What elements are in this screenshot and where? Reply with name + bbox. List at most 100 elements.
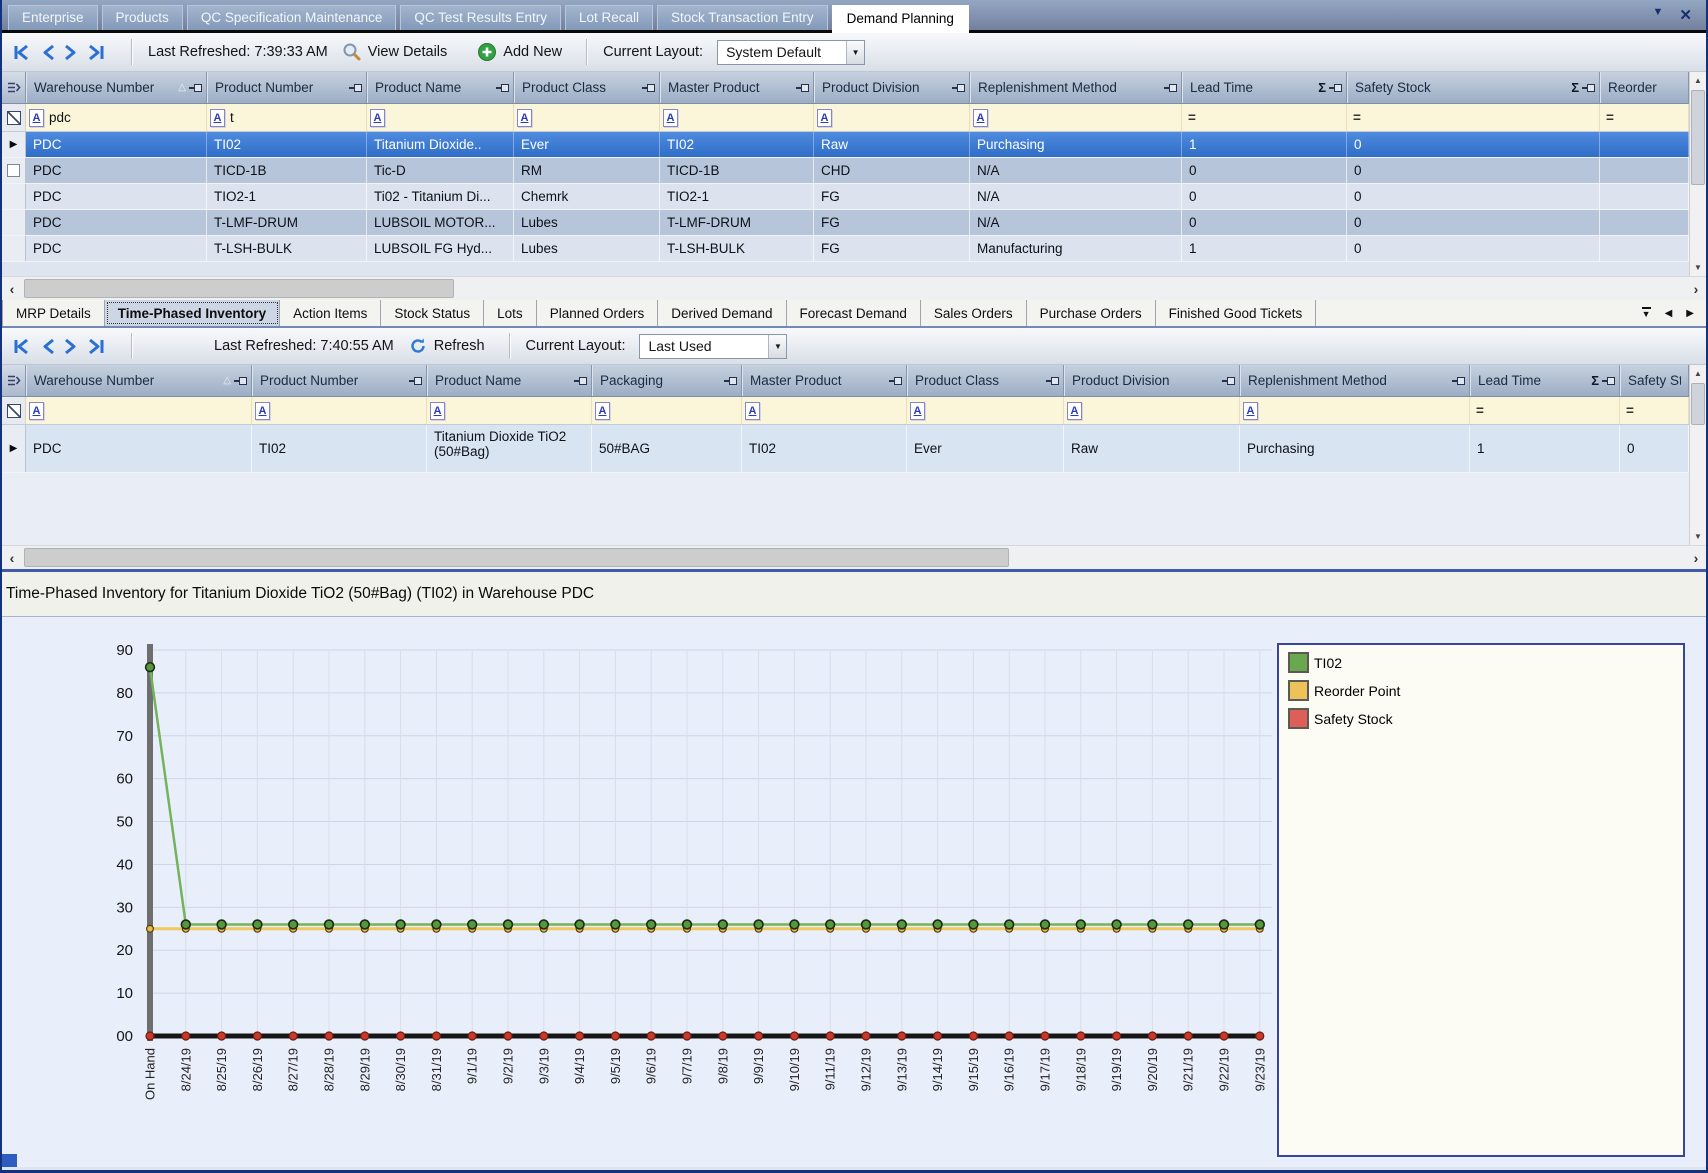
filter-cell-lead-time[interactable]: = (1470, 397, 1620, 424)
cell-safety-stock[interactable]: 0 (1347, 184, 1600, 209)
filter-cell-product-name[interactable]: A (427, 397, 592, 424)
cell-warehouse-number[interactable]: PDC (26, 132, 207, 157)
cell-product-name[interactable]: LUBSOIL FG Hyd... (367, 236, 514, 261)
tab-time-phased-inventory[interactable]: Time-Phased Inventory (105, 300, 280, 326)
cell-lead-time[interactable]: 0 (1182, 184, 1347, 209)
cell-replenishment-method[interactable]: Manufacturing (970, 236, 1182, 261)
vscroll-thumb[interactable] (1691, 383, 1705, 425)
scroll-up-icon[interactable]: ▲ (1694, 72, 1702, 89)
cell-product-number[interactable]: TI02 (207, 132, 367, 157)
cell-lead-time[interactable]: 0 (1182, 158, 1347, 183)
more-tabs-icon[interactable]: ▼ (1642, 307, 1651, 319)
row-indicator[interactable] (2, 210, 26, 235)
filter-cell-product-division[interactable]: A (814, 104, 970, 131)
tab-finished-good-tickets[interactable]: Finished Good Tickets (1156, 300, 1317, 326)
equals-filter-icon[interactable]: = (1603, 110, 1614, 125)
cell-reorder[interactable] (1600, 236, 1689, 261)
add-new-button[interactable]: Add New (469, 42, 570, 62)
equals-filter-icon[interactable]: = (1623, 403, 1634, 418)
text-filter-icon[interactable]: A (370, 109, 385, 127)
top-tab-enterprise[interactable]: Enterprise (8, 5, 98, 30)
cell-lead-time[interactable]: 1 (1470, 425, 1620, 472)
table-row[interactable]: PDCT-LSH-BULKLUBSOIL FG Hyd...LubesT-LSH… (2, 236, 1689, 262)
grid-vscrollbar[interactable]: ▲▼ (1689, 365, 1706, 545)
scroll-down-icon[interactable]: ▼ (1694, 259, 1702, 276)
pin-icon[interactable] (1582, 83, 1595, 92)
layout-select[interactable]: System Default ▼ (717, 40, 865, 65)
cell-master-product[interactable]: T-LMF-DRUM (660, 210, 814, 235)
nav-first-button[interactable] (12, 337, 31, 356)
sum-icon[interactable]: Σ (1318, 80, 1326, 95)
grid-options-button[interactable] (2, 72, 26, 103)
hscroll-thumb[interactable] (24, 279, 454, 298)
cell-product-number[interactable]: TI02 (252, 425, 427, 472)
tab-derived-demand[interactable]: Derived Demand (658, 300, 786, 326)
column-header-product-class[interactable]: Product Class (907, 365, 1064, 396)
column-header-safety-stock[interactable]: Safety StockΣ (1347, 72, 1600, 103)
cell-warehouse-number[interactable]: PDC (26, 425, 252, 472)
pin-icon[interactable] (234, 376, 247, 385)
cell-product-number[interactable]: T-LSH-BULK (207, 236, 367, 261)
row-indicator[interactable]: ▶ (2, 425, 26, 472)
scroll-left-icon[interactable]: ‹ (2, 281, 22, 297)
cell-product-number[interactable]: T-LMF-DRUM (207, 210, 367, 235)
tab-scroll-left-icon[interactable]: ◀ (1665, 308, 1673, 319)
column-header-product-number[interactable]: Product Number (207, 72, 367, 103)
cell-product-name[interactable]: Titanium Dioxide TiO2 (50#Bag) (427, 425, 592, 472)
column-header-replenishment-method[interactable]: Replenishment Method (970, 72, 1182, 103)
scroll-right-icon[interactable]: › (1686, 550, 1706, 566)
filter-cell-product-class[interactable]: A (907, 397, 1064, 424)
nav-first-button[interactable] (12, 43, 31, 62)
grid1-hscrollbar[interactable]: ‹ › (2, 276, 1706, 300)
text-filter-icon[interactable]: A (517, 109, 532, 127)
top-tab-lot-recall[interactable]: Lot Recall (565, 5, 653, 30)
filter-cell-replenishment-method[interactable]: A (1240, 397, 1470, 424)
filter-cell-replenishment-method[interactable]: A (970, 104, 1182, 131)
top-tab-qc-specification-maintenance[interactable]: QC Specification Maintenance (187, 5, 397, 30)
tab-action-items[interactable]: Action Items (280, 300, 381, 326)
filter-cell-safety-st[interactable]: = (1620, 397, 1689, 424)
text-filter-icon[interactable]: A (1067, 402, 1082, 420)
pin-icon[interactable] (349, 83, 362, 92)
text-filter-icon[interactable]: A (663, 109, 678, 127)
scroll-right-icon[interactable]: › (1686, 281, 1706, 297)
nav-prev-button[interactable] (40, 337, 55, 356)
filter-cell-master-product[interactable]: A (742, 397, 907, 424)
sum-icon[interactable]: Σ (1571, 80, 1579, 95)
pin-icon[interactable] (642, 83, 655, 92)
cell-safety-stock[interactable]: 0 (1347, 236, 1600, 261)
cell-replenishment-method[interactable]: N/A (970, 210, 1182, 235)
tab-forecast-demand[interactable]: Forecast Demand (787, 300, 921, 326)
column-header-lead-time[interactable]: Lead TimeΣ (1470, 365, 1620, 396)
text-filter-icon[interactable]: A (210, 109, 225, 127)
text-filter-icon[interactable]: A (910, 402, 925, 420)
row-checkbox[interactable] (7, 164, 20, 177)
cell-product-division[interactable]: FG (814, 236, 970, 261)
scroll-up-icon[interactable]: ▲ (1694, 365, 1702, 382)
hscroll-thumb[interactable] (24, 548, 1009, 567)
cell-warehouse-number[interactable]: PDC (26, 210, 207, 235)
equals-filter-icon[interactable]: = (1350, 110, 1361, 125)
cell-product-name[interactable]: Tic-D (367, 158, 514, 183)
filter-cell-product-class[interactable]: A (514, 104, 660, 131)
text-filter-icon[interactable]: A (255, 402, 270, 420)
cell-product-division[interactable]: FG (814, 210, 970, 235)
pin-icon[interactable] (1602, 376, 1615, 385)
table-row[interactable]: PDCT-LMF-DRUMLUBSOIL MOTOR...LubesT-LMF-… (2, 210, 1689, 236)
grid2-hscrollbar[interactable]: ‹ › (2, 545, 1706, 569)
cell-safety-stock[interactable]: 0 (1347, 132, 1600, 157)
vscroll-thumb[interactable] (1691, 90, 1705, 185)
text-filter-icon[interactable]: A (745, 402, 760, 420)
grid-options-button[interactable] (2, 365, 26, 396)
minimize-icon[interactable]: ▼ (1653, 6, 1664, 24)
cell-product-number[interactable]: TICD-1B (207, 158, 367, 183)
cell-safety-st[interactable]: 0 (1620, 425, 1689, 472)
tab-planned-orders[interactable]: Planned Orders (537, 300, 659, 326)
cell-lead-time[interactable]: 1 (1182, 132, 1347, 157)
table-row[interactable]: PDCTICD-1BTic-DRMTICD-1BCHDN/A00 (2, 158, 1689, 184)
tab-lots[interactable]: Lots (484, 300, 537, 326)
refresh-button[interactable]: Refresh (400, 336, 493, 356)
filter-cell-warehouse-number[interactable]: A (26, 397, 252, 424)
cell-product-name[interactable]: LUBSOIL MOTOR... (367, 210, 514, 235)
top-tab-qc-test-results-entry[interactable]: QC Test Results Entry (400, 5, 561, 30)
